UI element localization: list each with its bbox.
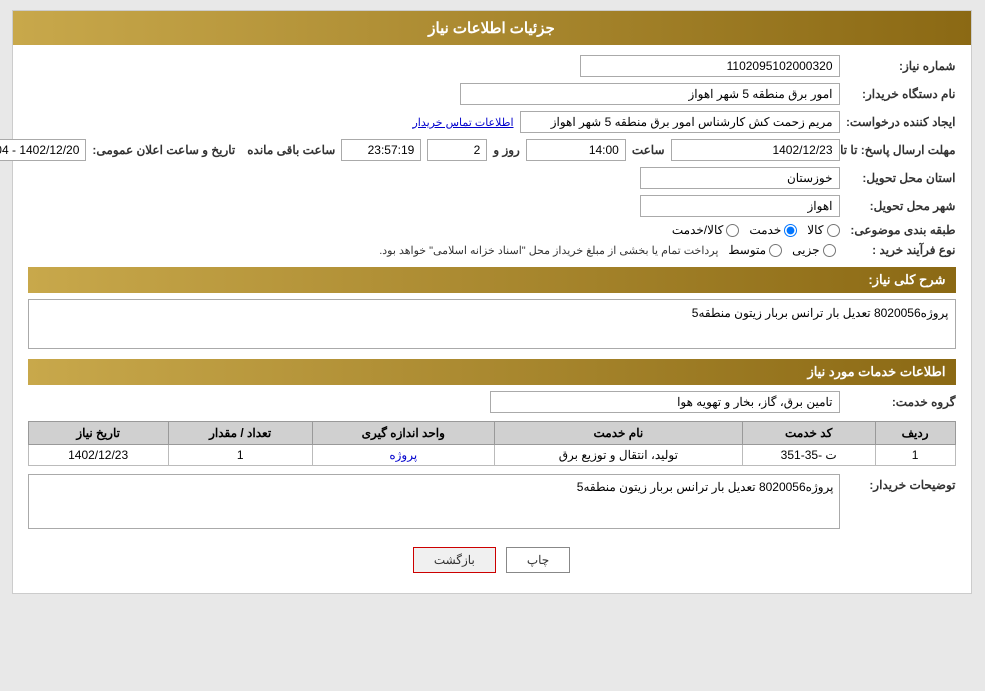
days-input[interactable]: [428, 139, 488, 161]
remaining-label: ساعت باقی مانده: [248, 143, 336, 157]
services-section-header: اطلاعات خدمات مورد نیاز: [29, 359, 957, 385]
services-table: ردیف کد خدمت نام خدمت واحد اندازه گیری ت…: [29, 421, 957, 466]
buyer-description-container: [29, 474, 841, 532]
time-label: ساعت: [633, 143, 666, 157]
announcement-label: تاریخ و ساعت اعلان عمومی:: [93, 143, 236, 157]
city-input[interactable]: [641, 195, 841, 217]
remaining-time-input[interactable]: [342, 139, 422, 161]
col-header-date: تاریخ نیاز: [29, 422, 169, 445]
table-cell: تولید، انتقال و توزیع برق: [495, 445, 743, 466]
buyer-org-label: نام دستگاه خریدار:: [847, 87, 957, 101]
services-table-container: ردیف کد خدمت نام خدمت واحد اندازه گیری ت…: [29, 421, 957, 466]
buyer-org-row: نام دستگاه خریدار:: [29, 83, 957, 105]
province-row: استان محل تحویل:: [29, 167, 957, 189]
requester-input[interactable]: [521, 111, 841, 133]
need-description-area: پروژه8020056 تعدیل بار ترانس بربار زیتون…: [29, 299, 957, 349]
requester-row: ایجاد کننده درخواست: اطلاعات تماس خریدار: [29, 111, 957, 133]
table-row: 1ت -35-351تولید، انتقال و توزیع برقپروژه…: [29, 445, 956, 466]
category-row: طبقه بندی موضوعی: کالا خدمت کالا/خدمت: [29, 223, 957, 237]
service-group-input[interactable]: [491, 391, 841, 413]
category-label: طبقه بندی موضوعی:: [847, 223, 957, 237]
table-cell: 1402/12/23: [29, 445, 169, 466]
days-label: روز و: [494, 143, 521, 157]
buttons-row: چاپ بازگشت: [29, 547, 957, 573]
table-header-row: ردیف کد خدمت نام خدمت واحد اندازه گیری ت…: [29, 422, 956, 445]
services-section-label: اطلاعات خدمات مورد نیاز: [808, 364, 946, 379]
category-goods-option[interactable]: کالا: [808, 223, 840, 237]
category-service-radio[interactable]: [785, 224, 798, 237]
page-title: جزئیات اطلاعات نیاز: [429, 20, 556, 37]
deadline-label: مهلت ارسال پاسخ: تا تاریخ:: [847, 143, 957, 157]
announcement-input[interactable]: [0, 139, 87, 161]
purchase-partial-radio[interactable]: [824, 244, 837, 257]
purchase-partial-label: جزیی: [793, 243, 820, 257]
need-description-text: پروژه8020056 تعدیل بار ترانس بربار زیتون…: [693, 306, 950, 320]
table-cell: پروژه: [313, 445, 495, 466]
buyer-description-textarea[interactable]: [29, 474, 841, 529]
purchase-type-label: نوع فرآیند خرید :: [847, 243, 957, 257]
col-header-service-name: نام خدمت: [495, 422, 743, 445]
buyer-description-label: توضیحات خریدار:: [847, 474, 957, 492]
service-group-label: گروه خدمت:: [847, 395, 957, 409]
category-goods-radio[interactable]: [828, 224, 841, 237]
need-description-section-header: شرح کلی نیاز:: [29, 267, 957, 293]
need-number-input[interactable]: [581, 55, 841, 77]
category-goods-service-label: کالا/خدمت: [673, 223, 724, 237]
province-label: استان محل تحویل:: [847, 171, 957, 185]
back-button[interactable]: بازگشت: [414, 547, 497, 573]
need-number-label: شماره نیاز:: [847, 59, 957, 73]
deadline-time-input[interactable]: [527, 139, 627, 161]
category-goods-service-radio[interactable]: [727, 224, 740, 237]
city-row: شهر محل تحویل:: [29, 195, 957, 217]
city-label: شهر محل تحویل:: [847, 199, 957, 213]
purchase-medium-option[interactable]: متوسط: [729, 243, 783, 257]
need-description-box: پروژه8020056 تعدیل بار ترانس بربار زیتون…: [29, 299, 957, 349]
table-cell: 1: [876, 445, 956, 466]
page-header: جزئیات اطلاعات نیاز: [14, 11, 972, 45]
deadline-date-input[interactable]: [672, 139, 841, 161]
purchase-type-note: پرداخت تمام یا بخشی از مبلغ خریداز محل "…: [380, 244, 719, 257]
buyer-description-row: توضیحات خریدار:: [29, 474, 957, 532]
col-header-quantity: تعداد / مقدار: [169, 422, 313, 445]
col-header-row-num: ردیف: [876, 422, 956, 445]
col-header-service-code: کد خدمت: [743, 422, 876, 445]
service-group-row: گروه خدمت:: [29, 391, 957, 413]
purchase-partial-option[interactable]: جزیی: [793, 243, 836, 257]
contact-link[interactable]: اطلاعات تماس خریدار: [413, 116, 514, 129]
category-goods-label: کالا: [808, 223, 824, 237]
category-goods-service-option[interactable]: کالا/خدمت: [673, 223, 740, 237]
purchase-type-row: نوع فرآیند خرید : جزیی متوسط پرداخت تمام…: [29, 243, 957, 257]
category-service-option[interactable]: خدمت: [750, 223, 798, 237]
deadline-row: مهلت ارسال پاسخ: تا تاریخ: ساعت روز و سا…: [29, 139, 957, 161]
category-radio-group: کالا خدمت کالا/خدمت: [673, 223, 841, 237]
purchase-medium-label: متوسط: [729, 243, 767, 257]
print-button[interactable]: چاپ: [507, 547, 571, 573]
page-container: جزئیات اطلاعات نیاز شماره نیاز: نام دستگ…: [13, 10, 973, 594]
requester-label: ایجاد کننده درخواست:: [847, 115, 957, 129]
need-number-row: شماره نیاز:: [29, 55, 957, 77]
buyer-org-input[interactable]: [461, 83, 841, 105]
table-cell: 1: [169, 445, 313, 466]
province-input[interactable]: [641, 167, 841, 189]
content-area: شماره نیاز: نام دستگاه خریدار: ایجاد کنن…: [14, 45, 972, 593]
table-cell: ت -35-351: [743, 445, 876, 466]
purchase-medium-radio[interactable]: [770, 244, 783, 257]
need-description-section-label: شرح کلی نیاز:: [869, 272, 946, 287]
col-header-unit: واحد اندازه گیری: [313, 422, 495, 445]
category-service-label: خدمت: [750, 223, 782, 237]
